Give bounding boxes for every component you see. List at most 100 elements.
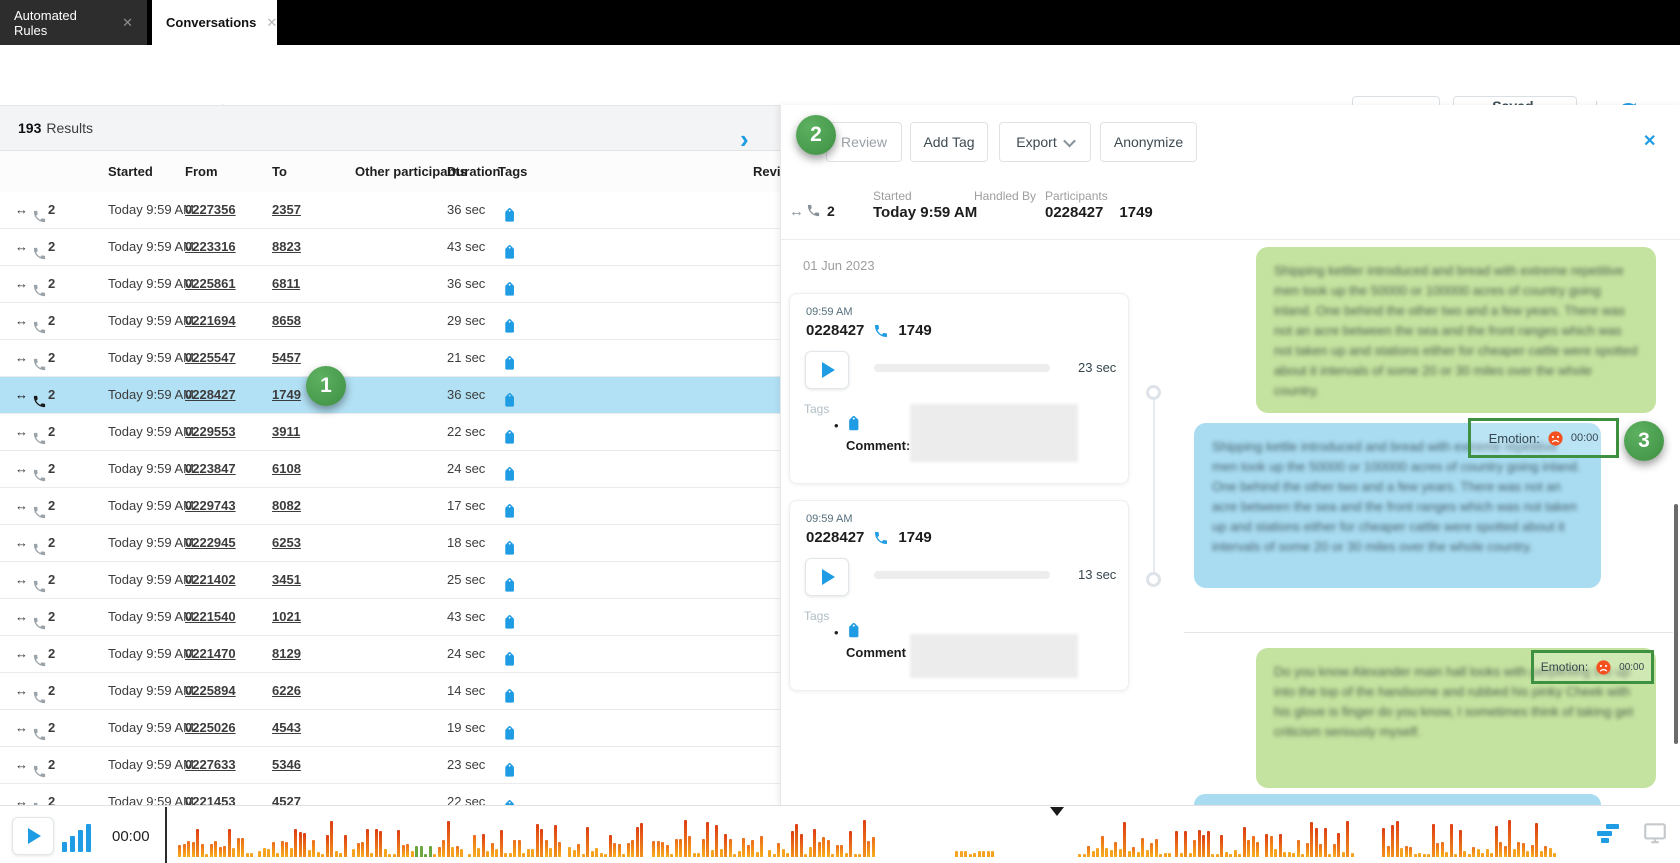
to-number-link[interactable]: 8082 <box>272 488 301 523</box>
to-number-link[interactable]: 8823 <box>272 229 301 264</box>
waveform[interactable] <box>0 806 1580 863</box>
table-row[interactable]: ↔ 2 Today 9:59 AM 0229553 3911 22 sec <box>0 414 780 451</box>
to-number-link[interactable]: 3911 <box>272 414 300 449</box>
audio-progress-bar[interactable] <box>874 364 1050 372</box>
tag-icon[interactable] <box>500 793 515 805</box>
from-number-link[interactable]: 0221540 <box>185 599 236 634</box>
from-number-link[interactable]: 0221470 <box>185 636 236 671</box>
table-row[interactable]: ↔ 2 Today 9:59 AM 0229743 8082 17 sec <box>0 488 780 525</box>
redacted-comment <box>910 634 1078 678</box>
segments-view-icon[interactable] <box>1596 822 1620 846</box>
play-button[interactable] <box>12 817 54 855</box>
to-number-link[interactable]: 8658 <box>272 303 301 338</box>
to-number-link[interactable]: 4527 <box>272 784 301 805</box>
table-row[interactable]: ↔ 2 Today 9:59 AM 0221694 8658 29 sec <box>0 303 780 340</box>
tab-automated-rules[interactable]: Automated Rules ✕ <box>0 0 147 45</box>
emotion-badge[interactable]: Emotion: 00:00 <box>1468 418 1619 458</box>
from-number-link[interactable]: 0229553 <box>185 414 236 449</box>
to-number-link[interactable]: 8129 <box>272 636 301 671</box>
export-button[interactable]: Export <box>999 122 1091 162</box>
play-icon <box>822 569 835 585</box>
to-number-link[interactable]: 6226 <box>272 673 301 708</box>
results-count: 193 <box>18 120 41 136</box>
table-row[interactable]: ↔ 2 Today 9:59 AM 0225026 4543 19 sec <box>0 710 780 747</box>
table-row[interactable]: ↔ 2 Today 9:59 AM 0225894 6226 14 sec <box>0 673 780 710</box>
chat-bubble: Emotion: 00:00 Shipping kettle introduce… <box>1194 423 1601 588</box>
tag-icon[interactable] <box>844 416 860 437</box>
audio-progress-bar[interactable] <box>874 571 1050 579</box>
panel-scrollbar[interactable] <box>1674 504 1678 744</box>
duration-cell: 43 sec <box>447 599 485 634</box>
anonymize-label: Anonymize <box>1114 134 1183 150</box>
seek-marker-icon[interactable] <box>1050 807 1064 816</box>
from-number-link[interactable]: 0223847 <box>185 451 236 486</box>
to-number-link[interactable]: 2357 <box>272 192 301 227</box>
to-number-link[interactable]: 5457 <box>272 340 301 375</box>
collapse-panel-icon[interactable]: › <box>740 124 749 155</box>
from-number: 0228427 <box>806 529 864 546</box>
play-button[interactable] <box>805 558 849 596</box>
from-number-link[interactable]: 0227633 <box>185 747 236 782</box>
playhead-cursor[interactable] <box>165 807 167 863</box>
to-number-link[interactable]: 6811 <box>272 266 300 301</box>
participant-number[interactable]: 1749 <box>1119 204 1152 221</box>
emotion-badge[interactable]: Emotion: 00:00 <box>1531 650 1654 684</box>
call-segment-card[interactable]: 09:59 AM 0228427 1749 23 sec Tags • Comm… <box>789 293 1129 484</box>
volume-icon[interactable] <box>62 824 96 854</box>
direction-icon: ↔ <box>789 203 804 220</box>
to-number-link[interactable]: 6253 <box>272 525 301 560</box>
table-row[interactable]: ↔ 2 Today 9:59 AM 0227356 2357 36 sec <box>0 192 780 229</box>
conversations-table: ↔ 2 Today 9:59 AM 0227356 2357 36 sec ↔ … <box>0 192 780 805</box>
tag-icon[interactable] <box>844 623 860 644</box>
table-row[interactable]: ↔ 2 Today 9:59 AM 0222945 6253 18 sec <box>0 525 780 562</box>
call-count: 2 <box>48 747 55 782</box>
table-row[interactable]: ↔ 2 Today 9:59 AM 0223847 6108 24 sec <box>0 451 780 488</box>
table-row[interactable]: ↔ 2 Today 9:59 AM 0228427 1749 36 sec <box>0 377 780 414</box>
to-number-link[interactable]: 1749 <box>272 377 301 412</box>
from-number-link[interactable]: 0225861 <box>185 266 236 301</box>
table-row[interactable]: ↔ 2 Today 9:59 AM 0227633 5346 23 sec <box>0 747 780 784</box>
from-number-link[interactable]: 0227356 <box>185 192 236 227</box>
from-number-link[interactable]: 0223316 <box>185 229 236 264</box>
review-button[interactable]: Review <box>826 122 902 162</box>
from-number-link[interactable]: 0228427 <box>185 377 236 412</box>
table-row[interactable]: ↔ 2 Today 9:59 AM 0223316 8823 43 sec <box>0 229 780 266</box>
close-icon[interactable]: ✕ <box>122 15 133 31</box>
started-cell: Today 9:59 AM <box>108 303 194 338</box>
participant-number[interactable]: 0228427 <box>1045 204 1103 221</box>
export-label: Export <box>1016 134 1056 150</box>
from-number-link[interactable]: 0225547 <box>185 340 236 375</box>
from-number-link[interactable]: 0221694 <box>185 303 236 338</box>
from-number: 0228427 <box>806 322 864 339</box>
started-cell: Today 9:59 AM <box>108 784 194 805</box>
to-number-link[interactable]: 5346 <box>272 747 301 782</box>
direction-icon: ↔ <box>15 525 28 560</box>
table-row[interactable]: ↔ 2 Today 9:59 AM 0221402 3451 25 sec <box>0 562 780 599</box>
to-number-link[interactable]: 1021 <box>272 599 301 634</box>
to-number-link[interactable]: 6108 <box>272 451 301 486</box>
add-tag-button[interactable]: Add Tag <box>910 122 988 162</box>
from-number-link[interactable]: 0221402 <box>185 562 236 597</box>
table-row[interactable]: ↔ 2 Today 9:59 AM 0225861 6811 36 sec <box>0 266 780 303</box>
from-number-link[interactable]: 0222945 <box>185 525 236 560</box>
timeline-node[interactable] <box>1146 385 1161 400</box>
timeline-node[interactable] <box>1146 572 1161 587</box>
to-number-link[interactable]: 4543 <box>272 710 301 745</box>
table-row[interactable]: ↔ 2 Today 9:59 AM 0221453 4527 22 sec <box>0 784 780 805</box>
table-row[interactable]: ↔ 2 Today 9:59 AM 0221470 8129 24 sec <box>0 636 780 673</box>
started-cell: Today 9:59 AM <box>108 562 194 597</box>
screen-recording-icon[interactable] <box>1642 820 1668 851</box>
from-number-link[interactable]: 0229743 <box>185 488 236 523</box>
call-segment-card[interactable]: 09:59 AM 0228427 1749 13 sec Tags • Comm… <box>789 500 1129 691</box>
from-number-link[interactable]: 0225026 <box>185 710 236 745</box>
table-row[interactable]: ↔ 2 Today 9:59 AM 0225547 5457 21 sec <box>0 340 780 377</box>
table-row[interactable]: ↔ 2 Today 9:59 AM 0221540 1021 43 sec <box>0 599 780 636</box>
close-icon[interactable]: ✕ <box>266 15 277 31</box>
from-number-link[interactable]: 0225894 <box>185 673 236 708</box>
from-number-link[interactable]: 0221453 <box>185 784 236 805</box>
play-button[interactable] <box>805 351 849 389</box>
tab-conversations[interactable]: Conversations ✕ <box>152 0 277 45</box>
close-panel-icon[interactable]: ✕ <box>1643 131 1656 151</box>
to-number-link[interactable]: 3451 <box>272 562 301 597</box>
anonymize-button[interactable]: Anonymize <box>1100 122 1197 162</box>
